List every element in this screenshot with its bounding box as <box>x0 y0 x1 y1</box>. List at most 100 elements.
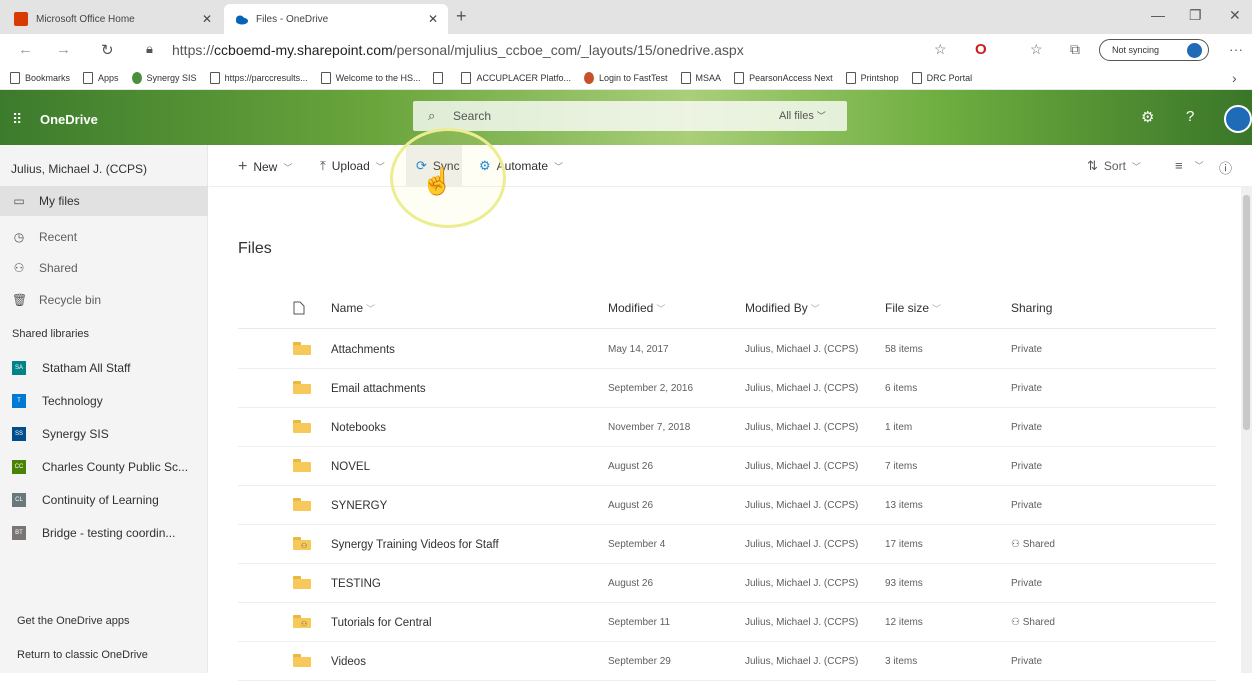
file-row[interactable]: Notebooks November 7, 2018 Julius, Michael… <box>238 408 1216 447</box>
file-name-link[interactable]: Synergy Training Videos for Staff <box>331 539 499 551</box>
info-icon: ⓘ <box>1219 161 1233 176</box>
tab-files-onedrive[interactable]: Files - OneDrive ✕ <box>224 4 448 34</box>
library-initials-icon: CC <box>12 460 26 474</box>
help-icon[interactable]: ? <box>1186 108 1194 125</box>
column-header-file-size[interactable]: File size ﹀ <box>885 301 941 315</box>
shared-libraries-header: Shared libraries <box>12 328 90 340</box>
search-scope-dropdown[interactable]: All files ﹀ <box>779 109 826 122</box>
bookmark-item[interactable]: Welcome to the HS... <box>320 71 420 84</box>
file-row[interactable]: NOVEL August 26 Julius, Michael J. (CCPS) 7… <box>238 447 1216 486</box>
upload-button[interactable]: ⤒ Upload ﹀ <box>320 158 385 174</box>
new-tab-icon[interactable]: + <box>456 7 467 25</box>
file-name-link[interactable]: Notebooks <box>331 422 386 434</box>
app-launcher-icon[interactable]: ⠿ <box>12 111 22 128</box>
refresh-icon[interactable]: ↻ <box>101 41 114 59</box>
file-name-link[interactable]: Tutorials for Central <box>331 617 432 629</box>
modified-date: August 26 <box>608 500 654 511</box>
bookmark-item[interactable]: MSAA <box>680 71 721 84</box>
folder-icon: ▭ <box>13 194 25 208</box>
search-box[interactable]: ⌕ Search All files ﹀ <box>413 101 847 131</box>
browser-tab-bar: Microsoft Office Home ✕ Files - OneDrive… <box>0 0 1252 34</box>
bookmark-item[interactable]: Synergy SIS <box>131 71 197 84</box>
scrollbar-thumb[interactable] <box>1243 195 1250 430</box>
collections-icon[interactable]: ⧉ <box>1070 41 1080 58</box>
address-bar: ← → ↻ 🔒︎ https://ccboemd-my.sharepoint.c… <box>0 34 1252 66</box>
bookmark-item[interactable]: https://parccresults... <box>209 71 308 84</box>
bookmark-item[interactable]: PearsonAccess Next <box>734 71 833 84</box>
library-item[interactable]: SS Synergy SIS <box>0 419 208 449</box>
favorites-list-icon[interactable]: ☆ <box>1030 41 1043 58</box>
get-onedrive-apps-link[interactable]: Get the OneDrive apps <box>17 615 130 627</box>
library-initials-icon: SA <box>12 361 26 375</box>
file-name-link[interactable]: Videos <box>331 656 366 668</box>
file-name-link[interactable]: SYNERGY <box>331 500 387 512</box>
back-arrow-icon[interactable]: ← <box>18 41 33 58</box>
window-close-icon[interactable]: ✕ <box>1229 7 1241 24</box>
bookmarks-overflow-chevron-icon[interactable]: › <box>1232 70 1237 86</box>
nav-recent[interactable]: ◷ Recent <box>0 222 208 252</box>
modified-date: September 29 <box>608 656 671 667</box>
url-field[interactable]: https://ccboemd-my.sharepoint.com/person… <box>172 42 744 58</box>
search-input[interactable]: Search <box>453 109 491 123</box>
sync-status-button[interactable]: Not syncing <box>1099 39 1209 61</box>
account-avatar[interactable] <box>1224 105 1252 133</box>
info-pane-button[interactable]: ⓘ <box>1219 158 1238 177</box>
file-name-link[interactable]: NOVEL <box>331 461 370 473</box>
bookmark-item[interactable]: Printshop <box>845 71 899 84</box>
bookmark-item[interactable]: Login to FastTest <box>584 71 668 84</box>
file-type-header-icon[interactable] <box>293 301 305 318</box>
opera-extension-icon[interactable]: O <box>975 41 987 58</box>
page-icon <box>83 71 94 84</box>
library-item[interactable]: SA Statham All Staff <box>0 353 208 383</box>
library-item[interactable]: CL Continuity of Learning <box>0 485 208 515</box>
nav-my-files[interactable]: ▭ My files <box>0 186 208 216</box>
column-header-name[interactable]: Name ﹀ <box>331 301 375 315</box>
bookmark-item[interactable]: Apps <box>83 71 119 84</box>
tab-microsoft-office-home[interactable]: Microsoft Office Home ✕ <box>4 4 222 34</box>
chevron-down-icon: ﹀ <box>375 161 385 172</box>
column-label: File size <box>885 301 930 315</box>
nav-recycle-bin[interactable]: 🗑︎ Recycle bin <box>0 285 208 315</box>
modified-date: August 26 <box>608 461 654 472</box>
modified-by: Julius, Michael J. (CCPS) <box>745 500 859 511</box>
file-row[interactable]: ⚇ Tutorials for Central September 11 Julius… <box>238 603 1216 642</box>
lock-icon[interactable]: 🔒︎ <box>146 41 153 57</box>
return-to-classic-link[interactable]: Return to classic OneDrive <box>17 649 148 661</box>
file-row[interactable]: Email attachments September 2, 2016 Julius… <box>238 369 1216 408</box>
minimize-icon[interactable]: — <box>1151 7 1165 23</box>
close-tab-icon[interactable]: ✕ <box>202 12 212 26</box>
app-name[interactable]: OneDrive <box>40 112 98 127</box>
column-header-modified[interactable]: Modified ﹀ <box>608 301 665 315</box>
bookmark-item[interactable] <box>433 71 448 84</box>
library-item[interactable]: T Technology <box>0 386 208 416</box>
file-name-link[interactable]: TESTING <box>331 578 381 590</box>
forward-arrow-icon[interactable]: → <box>56 41 71 58</box>
file-name-link[interactable]: Attachments <box>331 344 395 356</box>
new-button[interactable]: + New ﹀ <box>238 158 292 176</box>
column-header-modified-by[interactable]: Modified By ﹀ <box>745 301 820 315</box>
view-options-button[interactable]: ≡ ﹀ <box>1175 158 1204 173</box>
modified-by: Julius, Michael J. (CCPS) <box>745 383 859 394</box>
file-row[interactable]: ⚇ Synergy Training Videos for Staff Septem… <box>238 525 1216 564</box>
favorite-star-icon[interactable]: ☆ <box>934 41 947 58</box>
file-row[interactable]: Attachments May 14, 2017 Julius, Michael J… <box>238 330 1216 369</box>
library-item[interactable]: BT Bridge - testing coordin... <box>0 518 208 548</box>
page-icon <box>680 71 691 84</box>
settings-gear-icon[interactable]: ⚙ <box>1141 108 1154 126</box>
file-row[interactable]: SYNERGY August 26 Julius, Michael J. (CCPS… <box>238 486 1216 525</box>
nav-shared[interactable]: ⚇ Shared <box>0 253 208 283</box>
bookmark-item[interactable]: ACCUPLACER Platfo... <box>461 71 571 84</box>
bookmark-item[interactable]: DRC Portal <box>911 71 972 84</box>
close-tab-icon[interactable]: ✕ <box>428 12 438 26</box>
bookmark-item[interactable]: Bookmarks <box>10 71 70 84</box>
more-menu-icon[interactable]: ··· <box>1229 41 1243 57</box>
nav-label: Shared <box>39 261 78 275</box>
file-row[interactable]: Videos September 29 Julius, Michael J. (CC… <box>238 642 1216 681</box>
file-name-link[interactable]: Email attachments <box>331 383 426 395</box>
vertical-scrollbar[interactable] <box>1241 187 1252 673</box>
file-row[interactable]: TESTING August 26 Julius, Michael J. (CCPS… <box>238 564 1216 603</box>
sort-button[interactable]: ⇅ Sort ﹀ <box>1087 158 1141 174</box>
column-header-sharing[interactable]: Sharing <box>1011 301 1052 315</box>
restore-icon[interactable]: ❐ <box>1189 7 1202 24</box>
library-item[interactable]: CC Charles County Public Sc... <box>0 452 208 482</box>
